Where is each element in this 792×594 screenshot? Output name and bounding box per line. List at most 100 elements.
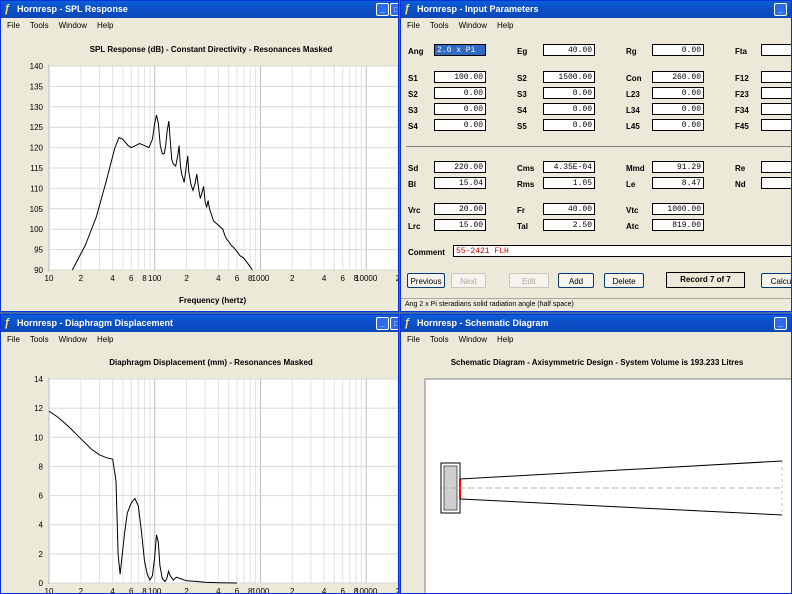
y-tick-label: 130 [30, 103, 44, 112]
field-fr[interactable]: 40.00 [543, 203, 595, 215]
label-vtc: Vtc [626, 206, 639, 215]
x-tick-label: 2 [290, 274, 295, 283]
x-tick-label: 10 [45, 274, 54, 283]
field-vtc[interactable]: 1000.00 [652, 203, 704, 215]
add-button[interactable]: Add [558, 273, 594, 288]
field-f45[interactable]: 0 [761, 119, 791, 131]
comment-field[interactable]: 55-2421 FLH [453, 245, 791, 257]
field-fta[interactable]: 3 [761, 44, 791, 56]
displacement-window: ƒ Hornresp - Diaphragm Displacement _ □ … [0, 314, 399, 594]
label-l45: L45 [626, 122, 640, 131]
field-f34[interactable]: 0 [761, 103, 791, 115]
record-indicator: Record 7 of 7 [666, 272, 745, 288]
field-le[interactable]: 8.47 [652, 177, 704, 189]
menu-window[interactable]: Window [459, 21, 487, 30]
y-tick-label: 140 [30, 62, 44, 71]
field-cms[interactable]: 4.35E-04 [543, 161, 595, 173]
x-tick-label: 100 [148, 587, 162, 594]
field-l34[interactable]: 0.00 [652, 103, 704, 115]
label-le: Le [626, 180, 636, 189]
input-parameters-window: ƒ Hornresp - Input Parameters _ File Tool… [400, 0, 792, 312]
field-sd[interactable]: 220.00 [434, 161, 486, 173]
x-tick-label: 6 [129, 274, 134, 283]
field-s3[interactable]: 0.00 [434, 103, 486, 115]
label-vrc: Vrc [408, 206, 421, 215]
field-nd[interactable] [761, 177, 791, 189]
field-s2b[interactable]: 1500.00 [543, 71, 595, 83]
displacement-chart: 0246810121410 2 4 6 8 100 2 4 6 8 1000 2 4 6 810000 2 [34, 375, 398, 594]
field-s1[interactable]: 100.00 [434, 71, 486, 83]
x-tick-label: 2 [184, 274, 189, 283]
label-s4: S4 [408, 122, 418, 131]
label-s3b: S3 [517, 90, 527, 99]
input-title-bar[interactable]: ƒ Hornresp - Input Parameters _ [401, 1, 791, 18]
x-tick-label: 10000 [355, 587, 378, 594]
menu-tools[interactable]: Tools [430, 21, 449, 30]
field-rg[interactable]: 0.00 [652, 44, 704, 56]
x-tick-label: 1000 [252, 274, 270, 283]
label-nd: Nd [735, 180, 746, 189]
field-atc[interactable]: 819.00 [652, 219, 704, 231]
field-re[interactable]: 3 [761, 161, 791, 173]
label-rms: Rms [517, 180, 535, 189]
next-button[interactable]: Next [451, 273, 486, 288]
menu-bar: File Tools Window Help [401, 19, 791, 33]
field-s4[interactable]: 0.00 [434, 119, 486, 131]
label-lrc: Lrc [408, 222, 421, 231]
field-s3b[interactable]: 0.00 [543, 87, 595, 99]
x-tick-label: 4 [110, 587, 115, 594]
y-tick-label: 2 [39, 550, 44, 559]
label-fta: Fta [735, 47, 747, 56]
y-tick-label: 100 [30, 225, 44, 234]
field-s2[interactable]: 0.00 [434, 87, 486, 99]
x-tick-label: 6 [129, 587, 134, 594]
x-tick-label: 2 [396, 274, 399, 283]
label-con: Con [626, 74, 642, 83]
x-axis-label: Frequency (hertz) [179, 296, 247, 305]
label-bl: Bl [408, 180, 416, 189]
label-eg: Eg [517, 47, 528, 56]
field-lrc[interactable]: 15.00 [434, 219, 486, 231]
field-l45[interactable]: 0.00 [652, 119, 704, 131]
y-tick-label: 95 [34, 246, 43, 255]
field-bl[interactable]: 15.04 [434, 177, 486, 189]
field-f12[interactable]: 0 [761, 71, 791, 83]
menu-help[interactable]: Help [497, 21, 513, 30]
previous-button[interactable]: Previous [407, 273, 445, 288]
field-vrc[interactable]: 20.00 [434, 203, 486, 215]
field-s5[interactable]: 0.00 [543, 119, 595, 131]
label-s2b: S2 [517, 74, 527, 83]
y-tick-label: 120 [30, 144, 44, 153]
field-l23[interactable]: 0.00 [652, 87, 704, 99]
plot-area [48, 378, 398, 584]
calculate-button[interactable]: Calcu [761, 273, 791, 288]
field-s4b[interactable]: 0.00 [543, 103, 595, 115]
x-tick-label: 6 [340, 587, 345, 594]
field-tal[interactable]: 2.50 [543, 219, 595, 231]
y-tick-label: 10 [34, 433, 43, 442]
menu-file[interactable]: File [407, 21, 420, 30]
schematic-canvas [424, 378, 791, 593]
y-tick-label: 115 [30, 164, 43, 173]
edit-button[interactable]: Edit [509, 273, 549, 288]
y-tick-label: 12 [34, 404, 43, 413]
label-comment: Comment [408, 248, 445, 257]
field-f23[interactable]: 0 [761, 87, 791, 99]
label-f23: F23 [735, 90, 749, 99]
delete-button[interactable]: Delete [604, 273, 644, 288]
x-tick-label: 1000 [252, 587, 270, 594]
field-rms[interactable]: 1.05 [543, 177, 595, 189]
field-con[interactable]: 260.00 [652, 71, 704, 83]
x-tick-label: 4 [216, 274, 221, 283]
field-mmd[interactable]: 91.29 [652, 161, 704, 173]
field-ang[interactable]: 2.0 x Pi [434, 44, 486, 56]
field-eg[interactable]: 40.00 [543, 44, 595, 56]
label-l23: L23 [626, 90, 640, 99]
schematic-window: ƒ Hornresp - Schematic Diagram _ File Too… [400, 314, 792, 594]
label-s4b: S4 [517, 106, 527, 115]
x-tick-label: 6 [235, 587, 240, 594]
label-l34: L34 [626, 106, 640, 115]
x-tick-label: 4 [110, 274, 115, 283]
label-mmd: Mmd [626, 164, 645, 173]
minimize-button[interactable]: _ [774, 3, 787, 16]
